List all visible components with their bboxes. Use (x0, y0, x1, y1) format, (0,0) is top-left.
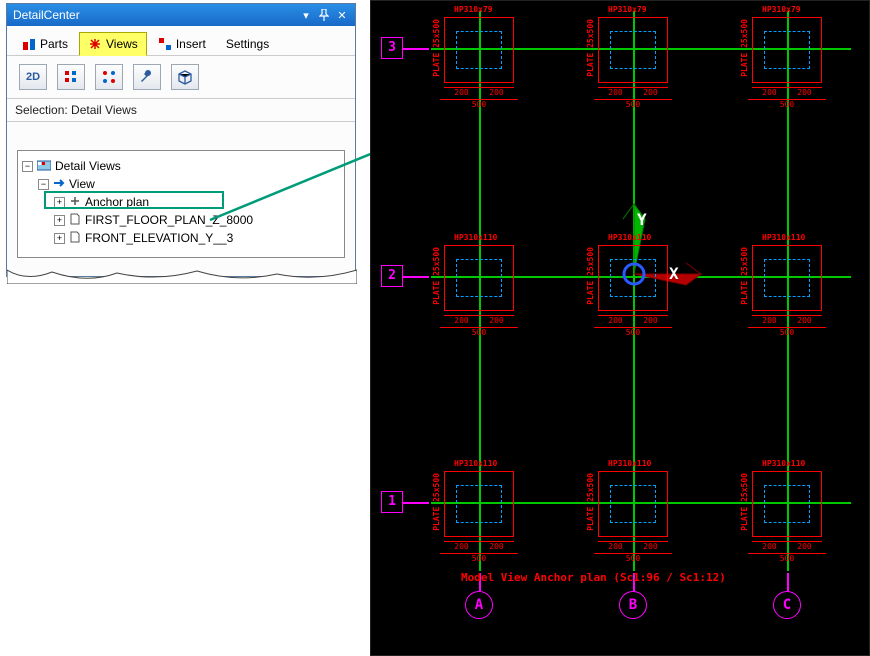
pin-icon[interactable] (315, 7, 333, 23)
detailcenter-panel: DetailCenter ▾ ✕ Parts Views Insert Sett (6, 3, 356, 277)
tab-label: Insert (176, 37, 206, 51)
parts-icon (22, 37, 36, 51)
tree-label: View (69, 177, 95, 191)
row-tick (403, 276, 429, 278)
selection-label: Selection: Detail Views (7, 98, 355, 122)
row-tick (403, 502, 429, 504)
2d-button[interactable]: 2D (19, 64, 47, 90)
drawing-viewport[interactable]: 3 2 1 A B C Y X PLATE 25x500 HP310x79 20… (370, 0, 870, 656)
tab-label: Views (106, 37, 138, 51)
dropdown-icon[interactable]: ▾ (297, 7, 315, 23)
tab-views[interactable]: Views (79, 32, 147, 56)
footprint-a3: PLATE 25x500 HP310x79 200200 500 (434, 5, 524, 99)
axis-y-label: Y (637, 210, 647, 229)
view-icon (69, 195, 81, 210)
footprint-c2: PLATE 25x500 HP310x110 200200 500 (742, 233, 832, 327)
tool-btn-1[interactable] (57, 64, 85, 90)
tool-btn-3d[interactable] (171, 64, 199, 90)
minus-icon[interactable]: − (22, 161, 33, 172)
folder-icon (37, 159, 51, 174)
footprint-c3: PLATE 25x500 HP310x79 200200 500 (742, 5, 832, 99)
row-tick (403, 48, 429, 50)
page-icon (69, 231, 81, 246)
tree-node-view[interactable]: − View (38, 175, 340, 193)
tab-label: Parts (40, 37, 68, 51)
tree-view[interactable]: − Detail Views − View + Anchor plan + (17, 150, 345, 258)
model-caption: Model View Anchor plan (Sc1:96 / Sc1:12) (461, 571, 726, 584)
plus-icon[interactable]: + (54, 215, 65, 226)
tree-node-firstfloor[interactable]: + FIRST_FLOOR_PLAN_Z_8000 (54, 211, 340, 229)
footprint-a1: PLATE 25x500 HP310x110 200200 500 (434, 459, 524, 553)
col-tick (787, 573, 789, 591)
views-toolbar: 2D (7, 56, 355, 98)
tab-parts[interactable]: Parts (13, 32, 77, 55)
torn-edge (7, 268, 357, 284)
tab-insert[interactable]: Insert (149, 32, 215, 55)
tree-node-anchor[interactable]: + Anchor plan (54, 193, 340, 211)
row-label-2: 2 (381, 265, 403, 287)
tree-label: Detail Views (55, 159, 121, 173)
views-icon (88, 37, 102, 51)
insert-icon (158, 37, 172, 51)
col-label-b: B (619, 591, 647, 619)
col-label-c: C (773, 591, 801, 619)
row-label-3: 3 (381, 37, 403, 59)
footprint-b2: PLATE 25x500 HP310x110 200200 500 (588, 233, 678, 327)
col-label-a: A (465, 591, 493, 619)
arrow-icon (53, 177, 65, 191)
tree-root[interactable]: − Detail Views (22, 157, 340, 175)
tree-label: FRONT_ELEVATION_Y__3 (85, 231, 233, 245)
footprint-a2: PLATE 25x500 HP310x110 200200 500 (434, 233, 524, 327)
tree-label: Anchor plan (85, 195, 149, 209)
plus-icon[interactable]: + (54, 197, 65, 208)
footprint-b1: PLATE 25x500 HP310x110 200200 500 (588, 459, 678, 553)
minus-icon[interactable]: − (38, 179, 49, 190)
tree-node-frontelev[interactable]: + FRONT_ELEVATION_Y__3 (54, 229, 340, 247)
plus-icon[interactable]: + (54, 233, 65, 244)
panel-titlebar: DetailCenter ▾ ✕ (7, 4, 355, 26)
footprint-b3: PLATE 25x500 HP310x79 200200 500 (588, 5, 678, 99)
tab-label: Settings (226, 37, 269, 51)
page-icon (69, 213, 81, 228)
tab-bar: Parts Views Insert Settings (7, 26, 355, 56)
footprint-c1: PLATE 25x500 HP310x110 200200 500 (742, 459, 832, 553)
tool-btn-2[interactable] (95, 64, 123, 90)
tool-btn-wrench[interactable] (133, 64, 161, 90)
close-icon[interactable]: ✕ (333, 7, 351, 23)
panel-title: DetailCenter (13, 8, 297, 22)
tab-settings[interactable]: Settings (217, 32, 278, 55)
tree-label: FIRST_FLOOR_PLAN_Z_8000 (85, 213, 253, 227)
row-label-1: 1 (381, 491, 403, 513)
